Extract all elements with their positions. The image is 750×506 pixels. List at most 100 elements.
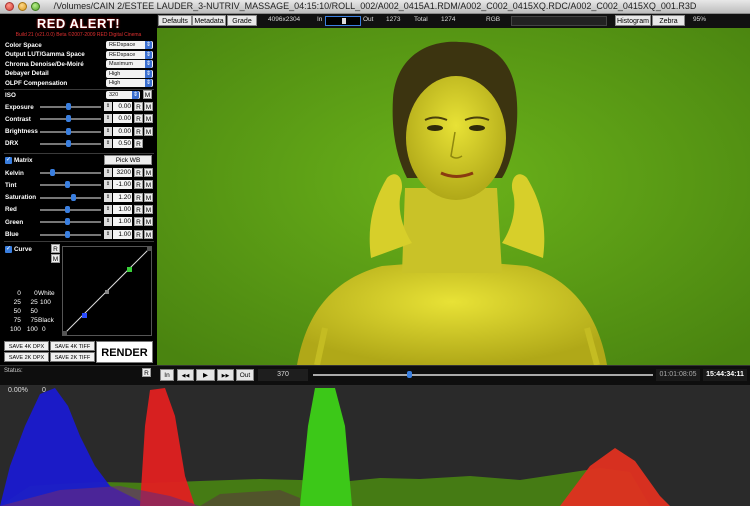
matrix-slider[interactable]	[40, 169, 101, 176]
matrix-reset-button[interactable]: R	[134, 168, 143, 177]
curve-table-cell[interactable]: 100	[25, 326, 40, 333]
adjust-m-button[interactable]: M	[144, 114, 153, 124]
zoom-level[interactable]: 95%	[693, 16, 706, 23]
matrix-slider[interactable]	[40, 218, 101, 226]
adjust-slider-handle[interactable]	[66, 115, 72, 123]
render-button[interactable]: RENDER	[96, 341, 153, 363]
status-r-button[interactable]: R	[142, 368, 151, 377]
curve-editor[interactable]	[62, 246, 152, 336]
curve-table-cell[interactable]: 50	[8, 308, 23, 315]
iso-m-button[interactable]: M	[143, 90, 152, 99]
adjust-stepper[interactable]: ⇕	[104, 126, 112, 136]
colorspace-select[interactable]: REDspace	[106, 50, 153, 59]
colorspace-select[interactable]: High	[106, 69, 153, 78]
curve-r-button[interactable]: R	[51, 244, 60, 253]
colorspace-select[interactable]: REDspace	[106, 41, 153, 49]
step-back-button[interactable]: ◀◀	[177, 369, 194, 381]
curve-m-button[interactable]: M	[51, 254, 60, 263]
curve-table-cell[interactable]: 0	[8, 290, 23, 297]
adjust-slider[interactable]	[40, 115, 101, 123]
matrix-m-button[interactable]: M	[144, 180, 153, 190]
white-value[interactable]: 100	[40, 299, 51, 306]
adjust-slider[interactable]	[40, 103, 101, 110]
adjust-m-button[interactable]: M	[144, 102, 153, 111]
matrix-reset-button[interactable]: R	[134, 229, 143, 239]
adjust-value[interactable]: 0.00	[113, 114, 132, 124]
matrix-stepper[interactable]: ⇕	[104, 168, 112, 177]
adjust-slider-handle[interactable]	[66, 103, 72, 110]
scrubber-handle[interactable]	[406, 371, 412, 378]
adjust-reset-button[interactable]: R	[134, 102, 143, 111]
goto-in-button[interactable]: In	[160, 369, 174, 381]
matrix-m-button[interactable]: M	[144, 168, 153, 177]
matrix-slider[interactable]	[40, 193, 101, 201]
step-forward-button[interactable]: ▶▶	[217, 369, 234, 381]
matrix-value[interactable]: 1.20	[113, 192, 132, 202]
matrix-value[interactable]: 1.00	[113, 217, 132, 227]
defaults-button[interactable]: Defaults	[158, 15, 192, 26]
curve-table-cell[interactable]: 75	[8, 317, 23, 324]
matrix-slider-handle[interactable]	[50, 169, 56, 176]
curve-checkbox[interactable]: ✓	[5, 245, 12, 253]
adjust-slider-handle[interactable]	[66, 127, 72, 135]
matrix-reset-button[interactable]: R	[134, 180, 143, 190]
matrix-reset-button[interactable]: R	[134, 204, 143, 214]
matrix-stepper[interactable]: ⇕	[104, 217, 112, 227]
curve-end-point[interactable]	[147, 247, 151, 251]
adjust-value[interactable]: 0.50	[113, 138, 132, 148]
play-button[interactable]: ▶	[196, 369, 215, 381]
matrix-reset-button[interactable]: R	[134, 192, 143, 202]
matrix-slider-handle[interactable]	[65, 230, 71, 238]
adjust-stepper[interactable]: ⇕	[104, 102, 112, 111]
out-value[interactable]: 1273	[386, 16, 400, 23]
iso-select[interactable]: 320	[106, 91, 140, 99]
black-value[interactable]: 0	[42, 326, 46, 333]
zebra-toggle[interactable]: Zebra	[652, 15, 685, 26]
curve-origin-point[interactable]	[63, 331, 67, 335]
curve-table-cell[interactable]: 100	[8, 326, 23, 333]
colorspace-select[interactable]: Maximum	[106, 60, 153, 68]
matrix-slider[interactable]	[40, 181, 101, 189]
timeline-scrubber[interactable]	[313, 371, 653, 378]
metadata-tab[interactable]: Metadata	[192, 15, 226, 26]
matrix-slider-handle[interactable]	[70, 193, 76, 201]
curve-white-point[interactable]	[127, 267, 132, 272]
matrix-reset-button[interactable]: R	[134, 217, 143, 227]
matrix-stepper[interactable]: ⇕	[104, 180, 112, 190]
grade-tab[interactable]: Grade	[227, 15, 257, 26]
matrix-slider[interactable]	[40, 205, 101, 213]
adjust-reset-button[interactable]: R	[134, 138, 143, 148]
in-point-field[interactable]	[325, 16, 361, 26]
matrix-slider-handle[interactable]	[65, 181, 71, 189]
matrix-m-button[interactable]: M	[144, 229, 153, 239]
pick-wb-button[interactable]: Pick WB	[104, 155, 152, 165]
adjust-reset-button[interactable]: R	[134, 126, 143, 136]
save-2k-tiff-button[interactable]: SAVE 2K TIFF	[50, 352, 95, 362]
matrix-m-button[interactable]: M	[144, 192, 153, 202]
matrix-stepper[interactable]: ⇕	[104, 204, 112, 214]
adjust-m-button[interactable]: M	[144, 126, 153, 136]
curve-mid-point[interactable]	[105, 290, 109, 294]
matrix-checkbox[interactable]: ✓	[5, 156, 12, 164]
matrix-value[interactable]: -1.00	[113, 180, 132, 190]
save-4k-dpx-button[interactable]: SAVE 4K DPX	[4, 341, 49, 351]
matrix-value[interactable]: 3200	[113, 168, 132, 177]
adjust-reset-button[interactable]: R	[134, 114, 143, 124]
curve-table-cell[interactable]: 25	[25, 299, 40, 306]
histogram-toggle[interactable]: Histogram	[615, 15, 651, 26]
matrix-m-button[interactable]: M	[144, 217, 153, 227]
matrix-m-button[interactable]: M	[144, 204, 153, 214]
adjust-slider[interactable]	[40, 127, 101, 135]
adjust-value[interactable]: 0.00	[113, 126, 132, 136]
matrix-value[interactable]: 1.00	[113, 204, 132, 214]
matrix-slider-handle[interactable]	[65, 205, 71, 213]
adjust-slider-handle[interactable]	[66, 139, 72, 147]
save-4k-tiff-button[interactable]: SAVE 4K TIFF	[50, 341, 95, 351]
matrix-stepper[interactable]: ⇕	[104, 229, 112, 239]
curve-table-cell[interactable]: 50	[25, 308, 40, 315]
colorspace-select[interactable]: High	[106, 79, 153, 87]
matrix-slider[interactable]	[40, 230, 101, 238]
matrix-value[interactable]: 1.00	[113, 229, 132, 239]
matrix-slider-handle[interactable]	[65, 218, 71, 226]
goto-out-button[interactable]: Out	[236, 369, 254, 381]
